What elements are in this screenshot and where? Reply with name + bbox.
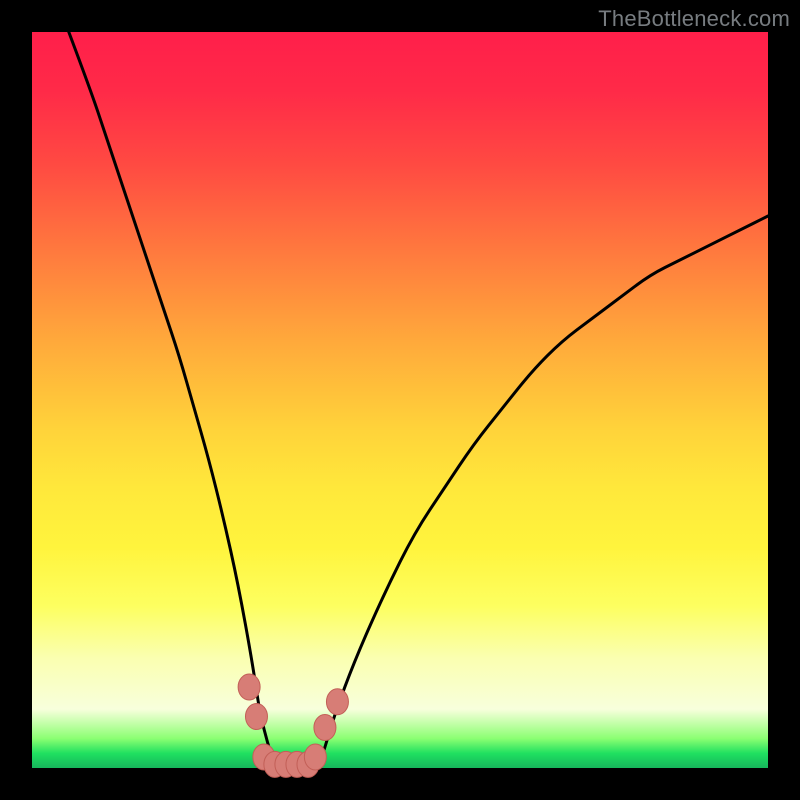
chart-frame: TheBottleneck.com — [0, 0, 800, 800]
curve-marker — [245, 703, 267, 729]
curve-layer — [32, 32, 768, 768]
watermark-text: TheBottleneck.com — [598, 6, 790, 32]
curve-marker — [314, 715, 336, 741]
curve-marker — [304, 744, 326, 770]
curve-marker — [326, 689, 348, 715]
marker-group — [238, 674, 348, 777]
bottleneck-curve — [69, 32, 768, 768]
plot-area — [32, 32, 768, 768]
curve-marker — [238, 674, 260, 700]
